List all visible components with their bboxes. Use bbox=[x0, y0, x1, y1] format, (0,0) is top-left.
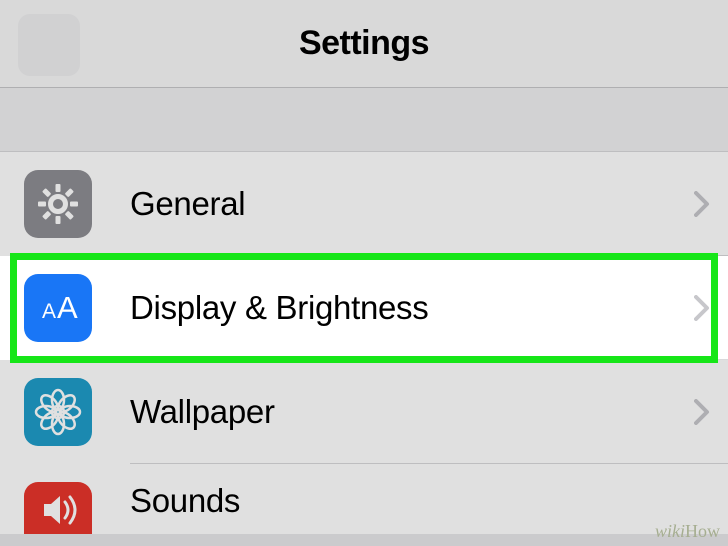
header: Settings bbox=[0, 0, 728, 88]
svg-text:A: A bbox=[57, 290, 78, 325]
text-size-icon: A A bbox=[24, 274, 92, 342]
back-button-placeholder bbox=[18, 14, 80, 76]
chevron-right-icon bbox=[694, 191, 710, 217]
chevron-right-icon bbox=[694, 295, 710, 321]
watermark: wikiHow bbox=[655, 521, 720, 542]
chevron-right-icon bbox=[694, 399, 710, 425]
watermark-part1: wiki bbox=[655, 521, 685, 541]
row-general[interactable]: General bbox=[0, 152, 728, 256]
settings-list: General A A Display & Brightness bbox=[0, 152, 728, 534]
speaker-icon bbox=[24, 482, 92, 534]
row-label-sounds: Sounds bbox=[130, 482, 710, 520]
flower-icon bbox=[24, 378, 92, 446]
row-sounds[interactable]: Sounds bbox=[0, 464, 728, 534]
watermark-part2: How bbox=[685, 521, 720, 541]
row-label-wallpaper: Wallpaper bbox=[130, 393, 694, 431]
row-label-display: Display & Brightness bbox=[130, 289, 694, 327]
svg-text:A: A bbox=[42, 300, 56, 323]
row-display-brightness[interactable]: A A Display & Brightness bbox=[0, 256, 728, 360]
row-wallpaper[interactable]: Wallpaper bbox=[0, 360, 728, 464]
page-title: Settings bbox=[299, 24, 429, 63]
row-label-general: General bbox=[130, 185, 694, 223]
section-spacer bbox=[0, 88, 728, 152]
gear-icon bbox=[24, 170, 92, 238]
